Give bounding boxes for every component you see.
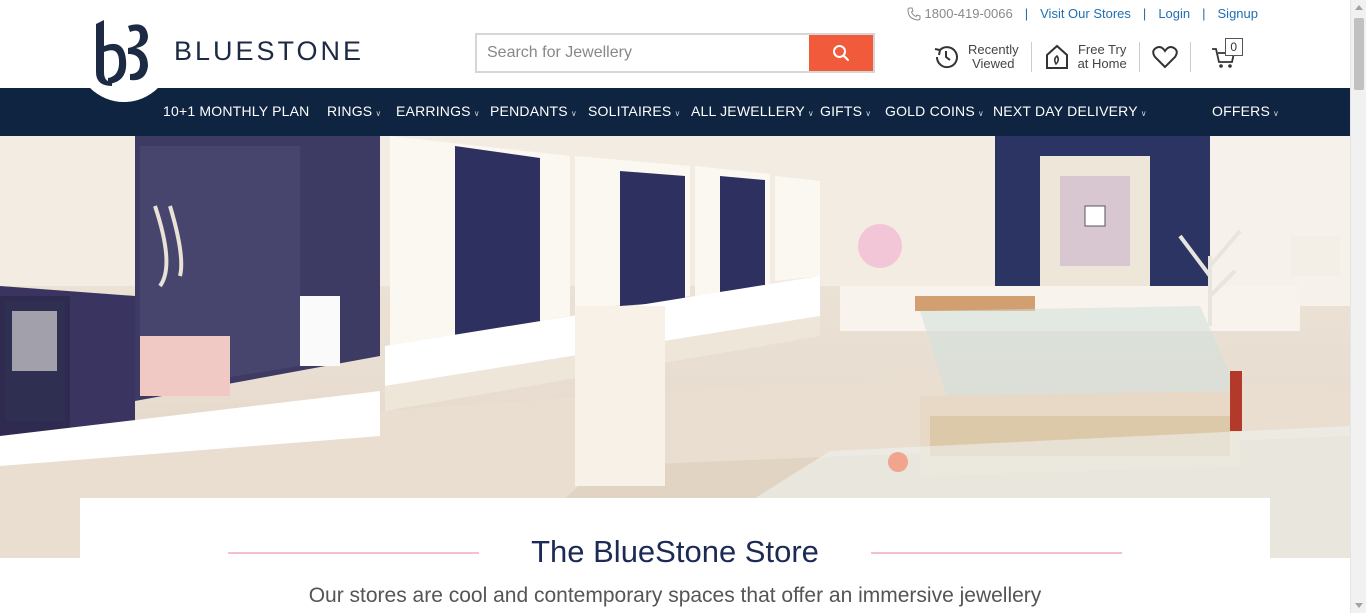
recently-viewed-line1: Recently xyxy=(968,42,1019,57)
nav-item-earrings[interactable]: EARRINGS ∨ xyxy=(396,88,480,136)
search-icon xyxy=(833,45,849,61)
scroll-down-arrow-icon[interactable] xyxy=(1355,603,1363,608)
phone-number: 1800-419-0066 xyxy=(924,6,1013,21)
header-actions: Recently Viewed Free Try at Home 0 xyxy=(932,38,1243,74)
phone-icon xyxy=(907,7,921,21)
visit-stores-link[interactable]: Visit Our Stores xyxy=(1040,6,1131,21)
nav-label: OFFERS xyxy=(1212,103,1270,119)
nav-item-offers[interactable]: OFFERS ∨ xyxy=(1212,88,1279,136)
nav-label: NEXT DAY DELIVERY xyxy=(993,103,1138,119)
chevron-down-icon: ∨ xyxy=(977,109,984,118)
wishlist-button[interactable] xyxy=(1151,45,1178,69)
chevron-down-icon: ∨ xyxy=(473,109,480,118)
chevron-down-icon: ∨ xyxy=(1272,109,1280,118)
chevron-down-icon: ∨ xyxy=(674,109,681,118)
login-link[interactable]: Login xyxy=(1158,6,1190,21)
top-links: 1800-419-0066 | Visit Our Stores | Login… xyxy=(907,6,1258,21)
brand-name[interactable]: BLUESTONE xyxy=(174,36,364,67)
divider xyxy=(1189,42,1191,72)
nav-item-gifts[interactable]: GIFTS ∨ xyxy=(820,88,871,136)
page-scrollbar[interactable] xyxy=(1350,0,1366,613)
nav-item-monthly-plan[interactable]: 10+1 MONTHLY PLAN xyxy=(163,88,309,136)
nav-item-gold-coins[interactable]: GOLD COINS ∨ xyxy=(885,88,984,136)
separator: | xyxy=(1142,6,1147,21)
nav-label: 10+1 MONTHLY PLAN xyxy=(163,103,310,119)
chevron-down-icon: ∨ xyxy=(375,109,382,118)
chevron-down-icon: ∨ xyxy=(570,109,577,118)
scroll-thumb[interactable] xyxy=(1354,18,1364,90)
bluestone-logo-icon[interactable] xyxy=(90,16,152,88)
search-bar xyxy=(475,33,875,73)
nav-label: GIFTS xyxy=(820,103,863,119)
nav-label: GOLD COINS xyxy=(885,103,975,119)
nav-item-pendants[interactable]: PENDANTS ∨ xyxy=(490,88,577,136)
chevron-down-icon: ∨ xyxy=(807,109,814,118)
scroll-up-arrow-icon[interactable] xyxy=(1355,5,1363,10)
nav-label: SOLITAIRES xyxy=(588,103,672,119)
cart-count-badge: 0 xyxy=(1224,38,1243,56)
nav-item-all-jewellery[interactable]: ALL JEWELLERY ∨ xyxy=(691,88,814,136)
free-try-line2: at Home xyxy=(1077,56,1127,71)
page: BLUESTONE 1800-419-0066 | Visit Our Stor… xyxy=(0,0,1366,613)
free-try-at-home-button[interactable]: Free Try at Home xyxy=(1044,43,1127,71)
search-button[interactable] xyxy=(809,35,873,71)
heart-icon xyxy=(1151,46,1178,69)
store-interior-illustration xyxy=(0,136,1350,558)
nav-label: ALL JEWELLERY xyxy=(691,103,805,119)
home-try-icon xyxy=(1045,44,1068,69)
separator: | xyxy=(1202,6,1206,21)
title-decor-line-right xyxy=(871,552,1122,554)
cart-button[interactable]: 0 xyxy=(1211,38,1243,70)
separator: | xyxy=(1024,6,1029,21)
nav-item-next-day-delivery[interactable]: NEXT DAY DELIVERY ∨ xyxy=(993,88,1147,136)
nav-label: RINGS xyxy=(327,103,373,119)
nav-item-rings[interactable]: RINGS ∨ xyxy=(327,88,381,136)
signup-link[interactable]: Signup xyxy=(1218,6,1258,21)
divider xyxy=(1138,42,1140,72)
nav-label: PENDANTS xyxy=(490,103,568,119)
store-hero-image xyxy=(0,136,1350,558)
nav-item-solitaires[interactable]: SOLITAIRES ∨ xyxy=(588,88,681,136)
site-header: BLUESTONE 1800-419-0066 | Visit Our Stor… xyxy=(0,0,1350,102)
chevron-down-icon: ∨ xyxy=(865,109,872,118)
store-intro-card: The BlueStone Store Our stores are cool … xyxy=(80,498,1270,613)
history-icon xyxy=(934,46,958,69)
divider xyxy=(1030,42,1032,72)
recently-viewed-button[interactable]: Recently Viewed xyxy=(932,43,1019,71)
store-description: Our stores are cool and contemporary spa… xyxy=(308,584,1042,607)
main-nav: 10+1 MONTHLY PLAN RINGS ∨ EARRINGS ∨ PENDA… xyxy=(0,88,1350,136)
free-try-line1: Free Try xyxy=(1077,42,1127,57)
chevron-down-icon: ∨ xyxy=(1140,109,1147,118)
recently-viewed-line2: Viewed xyxy=(972,56,1015,71)
phone-link[interactable]: 1800-419-0066 xyxy=(907,6,1013,21)
nav-label: EARRINGS xyxy=(396,103,471,119)
search-input[interactable] xyxy=(477,35,809,71)
